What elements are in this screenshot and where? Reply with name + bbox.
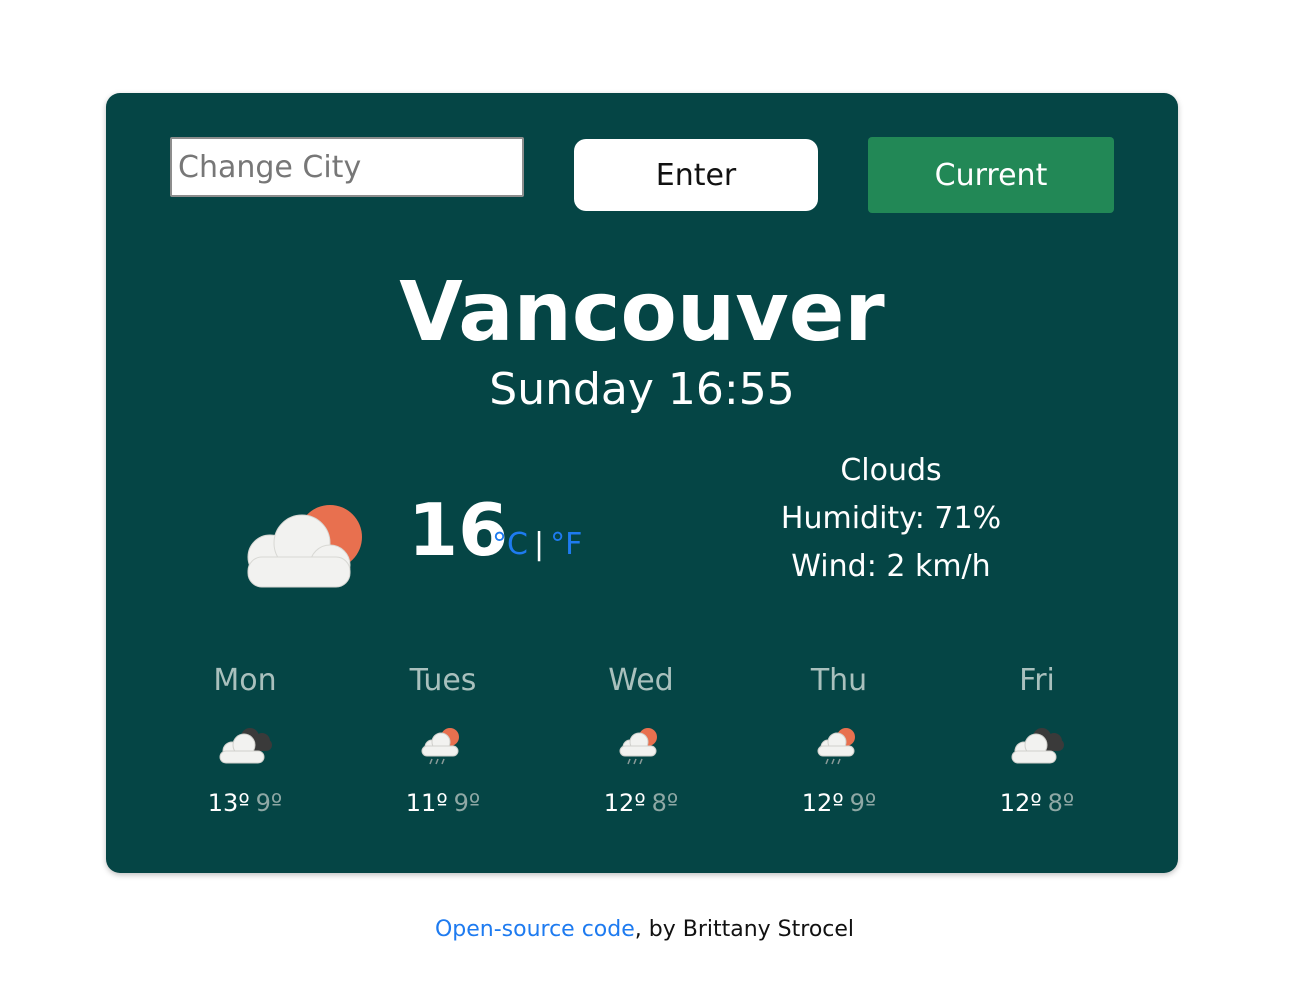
current-location-button[interactable]: Current bbox=[868, 137, 1114, 213]
fahrenheit-link[interactable]: °F bbox=[550, 527, 582, 562]
weather-card: Enter Current Vancouver Sunday 16:55 16 … bbox=[106, 93, 1178, 873]
city-name: Vancouver bbox=[399, 265, 885, 360]
forecast-temps: 13º 9º bbox=[146, 787, 344, 819]
forecast-row: Mon 13º 9º Tues 11º 9º Wed 12º 8º Thu 12… bbox=[146, 659, 1146, 819]
forecast-day: Wed 12º 8º bbox=[542, 659, 740, 819]
forecast-day-name: Wed bbox=[608, 663, 674, 698]
forecast-temps: 12º 8º bbox=[938, 787, 1136, 819]
sun-behind-cloud-icon bbox=[247, 505, 362, 588]
forecast-high: 13º bbox=[207, 789, 250, 817]
weather-description: Clouds bbox=[840, 453, 942, 488]
forecast-day-name: Thu bbox=[810, 663, 868, 698]
sun-cloud-rain-icon bbox=[421, 728, 459, 765]
forecast-day-name: Fri bbox=[1019, 663, 1055, 698]
forecast-high: 12º bbox=[801, 789, 844, 817]
unit-toggle: °C | °F bbox=[492, 525, 582, 565]
open-source-code-link[interactable]: Open-source code bbox=[435, 917, 635, 942]
unit-separator: | bbox=[533, 527, 545, 562]
forecast-high: 11º bbox=[405, 789, 448, 817]
forecast-day-name: Tues bbox=[409, 663, 477, 698]
forecast-low: 9º bbox=[255, 789, 283, 817]
forecast-day: Mon 13º 9º bbox=[146, 659, 344, 819]
forecast-temps: 12º 8º bbox=[542, 787, 740, 819]
forecast-day: Fri 12º 8º bbox=[938, 659, 1136, 819]
forecast-low: 8º bbox=[1047, 789, 1075, 817]
forecast-day: Thu 12º 9º bbox=[740, 659, 938, 819]
humidity: Humidity: 71% bbox=[780, 501, 1002, 536]
forecast-temps: 12º 9º bbox=[740, 787, 938, 819]
forecast-high: 12º bbox=[999, 789, 1042, 817]
dark-clouds-icon bbox=[219, 728, 272, 764]
enter-button[interactable]: Enter bbox=[574, 139, 818, 211]
footer: Open-source code, by Brittany Strocel bbox=[0, 912, 1289, 948]
forecast-low: 9º bbox=[849, 789, 877, 817]
forecast-day: Tues 11º 9º bbox=[344, 659, 542, 819]
weather-details: Clouds Humidity: 71% Wind: 2 km/h bbox=[716, 447, 1066, 591]
city-search-input[interactable] bbox=[170, 137, 524, 197]
forecast-temps: 11º 9º bbox=[344, 787, 542, 819]
footer-author: , by Brittany Strocel bbox=[634, 917, 855, 942]
forecast-high: 12º bbox=[603, 789, 646, 817]
dark-clouds-icon bbox=[1011, 728, 1064, 764]
celsius-link[interactable]: °C bbox=[492, 527, 528, 562]
forecast-day-name: Mon bbox=[213, 663, 277, 698]
sun-cloud-rain-icon bbox=[817, 728, 855, 765]
forecast-low: 8º bbox=[651, 789, 679, 817]
wind-speed: Wind: 2 km/h bbox=[791, 549, 991, 584]
sun-cloud-rain-icon bbox=[619, 728, 657, 765]
forecast-low: 9º bbox=[453, 789, 481, 817]
date-time: Sunday 16:55 bbox=[489, 364, 795, 415]
